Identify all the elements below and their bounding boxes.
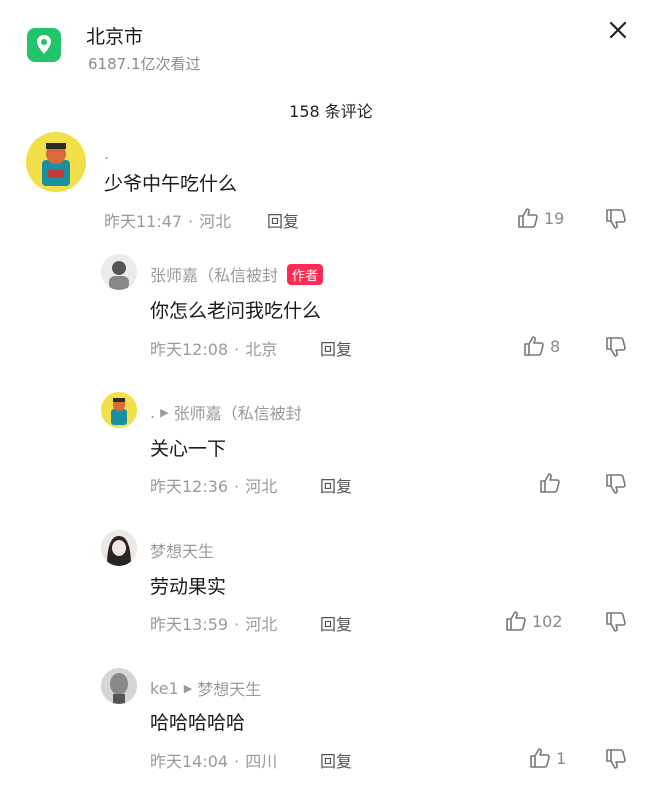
author-badge: 作者 <box>287 263 324 285</box>
reply-button[interactable]: 回复 <box>320 336 352 360</box>
thumbs-down-icon[interactable] <box>604 472 628 500</box>
comment-region: 河北 <box>199 212 232 231</box>
comment-text: 你怎么老问我吃什么 <box>150 300 322 322</box>
comment-meta: 昨天12:36 · 河北 <box>150 477 278 496</box>
thumbs-down-icon[interactable] <box>604 207 628 235</box>
view-count: 6187.1亿次看过 <box>88 55 201 73</box>
avatar[interactable] <box>26 132 86 192</box>
comment-username[interactable]: . <box>104 144 109 163</box>
like-count: 19 <box>544 208 565 228</box>
reply-button[interactable]: 回复 <box>320 611 352 635</box>
reply-button[interactable]: 回复 <box>320 473 352 497</box>
comment-username[interactable]: 张师嘉（私信被封 作者 <box>150 262 324 286</box>
comment-text: 少爷中午吃什么 <box>104 173 238 195</box>
reply-to-username[interactable]: 梦想天生 <box>197 676 261 700</box>
location-title[interactable]: 北京市 <box>86 22 143 49</box>
comment-time: 昨天11:47 <box>104 212 183 231</box>
comment-region: 河北 <box>245 477 278 496</box>
like-button[interactable]: 1 <box>528 746 566 770</box>
reply-arrow-icon: ▶ <box>160 405 169 419</box>
reply-arrow-icon: ▶ <box>183 681 193 695</box>
thumbs-up-icon <box>530 748 550 768</box>
like-button[interactable]: 102 <box>504 609 563 633</box>
reply-item: 梦想天生 劳动果实 昨天13:59 · 河北 回复 102 <box>0 526 662 656</box>
comment-time: 昨天14:04 <box>150 752 229 771</box>
comment-region: 河北 <box>245 615 278 634</box>
reply-item: . ▶ 张师嘉（私信被封 关心一下 昨天12:36 · 河北 回复 <box>0 388 662 518</box>
avatar[interactable] <box>101 530 137 566</box>
like-button[interactable]: 19 <box>516 206 564 230</box>
avatar[interactable] <box>101 392 137 428</box>
location-header: 北京市 6187.1亿次看过 <box>0 0 662 90</box>
comment-username[interactable]: . ▶ 张师嘉（私信被封 <box>150 400 302 424</box>
comment-meta: 昨天14:04 · 四川 <box>150 752 278 771</box>
like-count: 8 <box>550 336 561 356</box>
reply-to-username[interactable]: 张师嘉（私信被封 <box>174 400 302 424</box>
comment-time: 昨天13:59 <box>150 615 229 634</box>
like-button[interactable]: 8 <box>522 334 560 358</box>
comment-username[interactable]: ke1 ▶ 梦想天生 <box>150 676 261 700</box>
comment-meta: 昨天11:47 · 河北 <box>104 212 232 231</box>
thumbs-down-icon[interactable] <box>604 747 628 775</box>
thumbs-down-icon[interactable] <box>604 335 628 363</box>
reply-item: 张师嘉（私信被封 作者 你怎么老问我吃什么 昨天12:08 · 北京 回复 8 <box>0 250 662 380</box>
comment-meta: 昨天13:59 · 河北 <box>150 615 278 634</box>
comment-item: . 少爷中午吃什么 昨天11:47 · 河北 回复 19 <box>0 128 662 258</box>
comment-text: 劳动果实 <box>150 576 227 598</box>
like-count: 102 <box>532 611 563 631</box>
like-count: 1 <box>556 748 567 768</box>
comment-meta: 昨天12:08 · 北京 <box>150 340 278 359</box>
thumbs-up-icon <box>506 611 526 631</box>
comment-text: 哈哈哈哈哈 <box>150 712 246 734</box>
comments-count: 158 条评论 <box>289 102 373 121</box>
thumbs-down-icon[interactable] <box>604 610 628 638</box>
comment-region: 北京 <box>245 340 278 359</box>
reply-button[interactable]: 回复 <box>320 748 352 772</box>
reply-button[interactable]: 回复 <box>267 208 299 232</box>
avatar[interactable] <box>101 668 137 704</box>
location-pin-icon <box>27 28 61 62</box>
comment-time: 昨天12:36 <box>150 477 229 496</box>
comment-text: 关心一下 <box>150 438 227 460</box>
like-button[interactable] <box>538 471 566 495</box>
thumbs-up-icon <box>524 336 544 356</box>
comment-region: 四川 <box>245 752 278 771</box>
thumbs-up-icon <box>518 208 538 228</box>
comment-time: 昨天12:08 <box>150 340 229 359</box>
thumbs-up-icon <box>540 473 560 493</box>
close-icon[interactable] <box>604 16 632 44</box>
comment-username[interactable]: 梦想天生 <box>150 538 214 562</box>
avatar[interactable] <box>101 254 137 290</box>
reply-item: ke1 ▶ 梦想天生 哈哈哈哈哈 昨天14:04 · 四川 回复 1 <box>0 664 662 794</box>
